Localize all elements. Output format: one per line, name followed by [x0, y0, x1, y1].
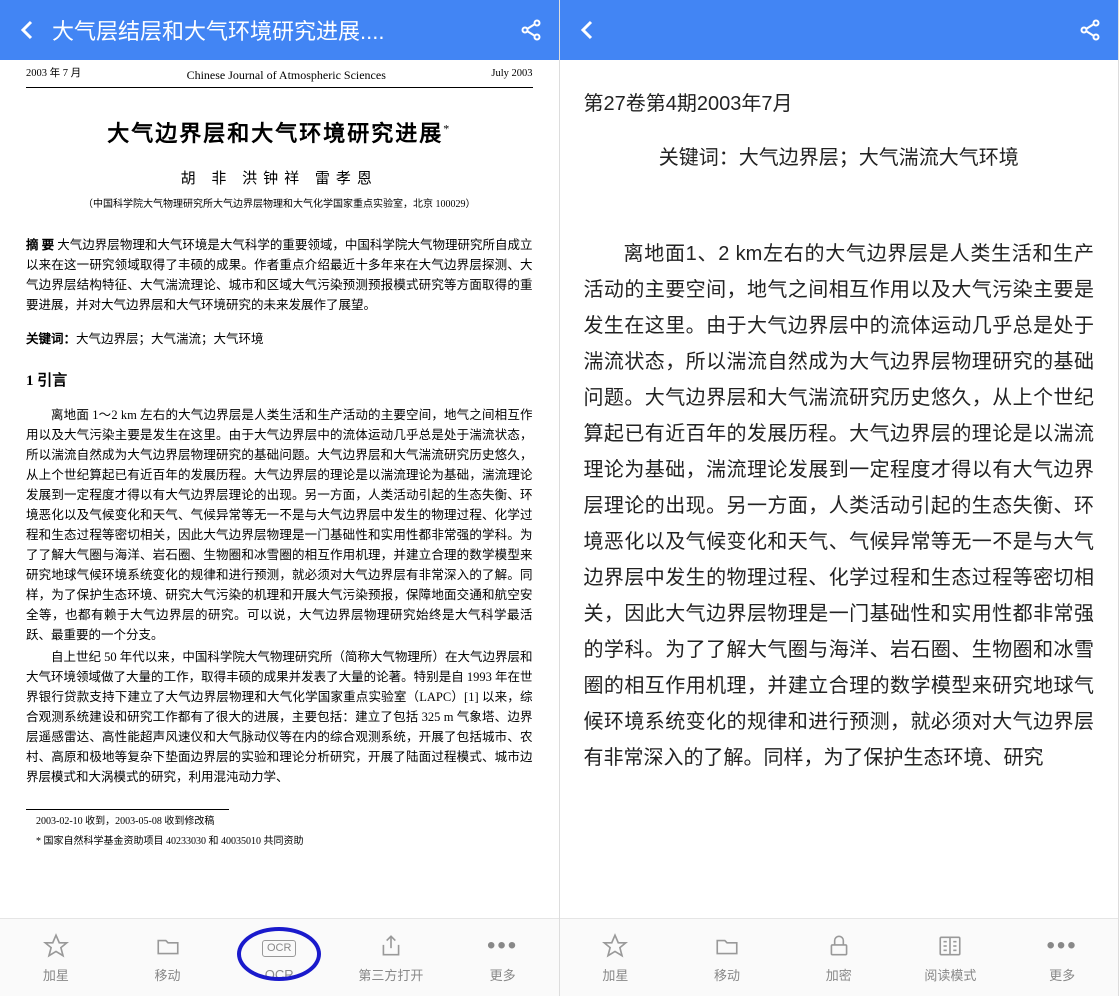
section-1-heading: 1 引言 — [26, 369, 533, 393]
encrypt-button[interactable]: 加密 — [804, 931, 874, 984]
dots-icon: ••• — [1046, 931, 1077, 961]
left-pane: 大气层结层和大气环境研究进展.... 2003 年 7 月 Chinese Jo… — [0, 0, 560, 996]
star-button[interactable]: 加星 — [580, 931, 650, 984]
more-button[interactable]: ••• 更多 — [1027, 931, 1097, 984]
back-button[interactable] — [572, 18, 604, 42]
doc-title: 大气边界层和大气环境研究进展* — [26, 116, 533, 151]
folder-icon — [714, 931, 740, 961]
doc-authors: 胡 非 洪钟祥 雷孝恩 — [26, 167, 533, 191]
move-button[interactable]: 移动 — [692, 931, 762, 984]
doc-abstract: 摘 要 大气边界层物理和大气环境是大气科学的重要领域，中国科学院大气物理研究所自… — [26, 235, 533, 315]
right-pane: 第27卷第4期2003年7月 关键词：大气边界层；大气湍流大气环境 离地面1、2… — [560, 0, 1119, 996]
read-mode-icon — [937, 931, 963, 961]
left-bottom-bar: 加星 移动 OCR OCR 第三方打开 ••• 更多 — [0, 918, 559, 996]
document-view[interactable]: 2003 年 7 月 Chinese Journal of Atmospheri… — [0, 60, 559, 918]
back-button[interactable] — [12, 18, 44, 42]
header-title: 大气层结层和大气环境研究进展.... — [44, 14, 515, 46]
more-button[interactable]: ••• 更多 — [468, 931, 538, 984]
doc-paragraph-1: 离地面 1～2 km 左右的大气边界层是人类生活和生产活动的主要空间，地气之间相… — [26, 405, 533, 645]
footnote-separator — [26, 809, 229, 810]
right-bottom-bar: 加星 移动 加密 阅读模式 ••• 更多 — [560, 918, 1119, 996]
ocr-text-view[interactable]: 第27卷第4期2003年7月 关键词：大气边界层；大气湍流大气环境 离地面1、2… — [560, 60, 1119, 918]
left-header: 大气层结层和大气环境研究进展.... — [0, 0, 559, 60]
right-header — [560, 0, 1119, 60]
document-page: 2003 年 7 月 Chinese Journal of Atmospheri… — [0, 60, 559, 918]
abstract-label: 摘 要 — [26, 238, 54, 252]
star-icon — [43, 931, 69, 961]
read-mode-button[interactable]: 阅读模式 — [915, 931, 985, 984]
lock-icon — [826, 931, 852, 961]
doc-affiliation: （中国科学院大气物理研究所大气边界层物理和大气化学国家重点实验室，北京 1000… — [26, 197, 533, 213]
move-button[interactable]: 移动 — [133, 931, 203, 984]
doc-date-cn: 2003 年 7 月 — [26, 66, 81, 85]
star-icon — [602, 931, 628, 961]
folder-icon — [155, 931, 181, 961]
share-up-icon — [378, 931, 404, 961]
open-with-button[interactable]: 第三方打开 — [356, 931, 426, 984]
doc-journal-header: 2003 年 7 月 Chinese Journal of Atmospheri… — [26, 60, 533, 88]
keywords-label: 关键词： — [26, 332, 76, 346]
footnote-2: * 国家自然科学基金资助项目 40233030 和 40035010 共同资助 — [26, 834, 533, 850]
doc-journal-name: Chinese Journal of Atmospheric Sciences — [81, 66, 491, 85]
ocr-button[interactable]: OCR OCR — [244, 933, 314, 982]
dots-icon: ••• — [487, 931, 518, 961]
doc-paragraph-2: 自上世纪 50 年代以来，中国科学院大气物理研究所（简称大气物理所）在大气边界层… — [26, 647, 533, 787]
footnote-1: 2003-02-10 收到，2003-05-08 收到修改稿 — [26, 814, 533, 830]
text-keywords-line: 关键词：大气边界层；大气湍流大气环境 — [584, 140, 1095, 176]
doc-date-en: July 2003 — [491, 66, 532, 85]
text-body-paragraph: 离地面1、2 km左右的大气边界层是人类生活和生产活动的主要空间，地气之间相互作… — [584, 236, 1095, 776]
ocr-icon: OCR — [262, 933, 296, 963]
text-meta-line: 第27卷第4期2003年7月 — [584, 86, 1095, 122]
star-button[interactable]: 加星 — [21, 931, 91, 984]
share-button[interactable] — [1074, 18, 1106, 42]
doc-keywords: 关键词：大气边界层；大气湍流；大气环境 — [26, 329, 533, 349]
share-button[interactable] — [515, 18, 547, 42]
